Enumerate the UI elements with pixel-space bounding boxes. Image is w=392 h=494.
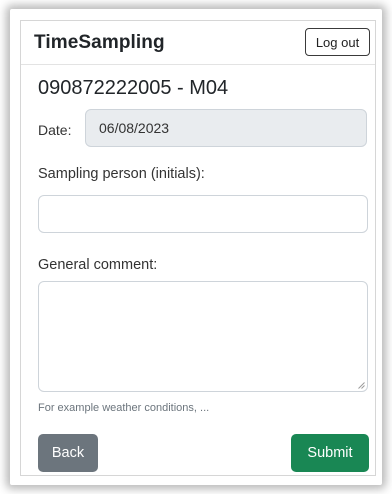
date-label: Date: — [38, 122, 72, 138]
date-field: 06/08/2023 — [85, 109, 367, 147]
general-comment-help-text: For example weather conditions, ... — [38, 402, 210, 414]
general-comment-textarea[interactable] — [38, 281, 368, 392]
sampling-person-input[interactable] — [38, 195, 368, 233]
general-comment-label: General comment: — [38, 257, 158, 273]
logout-button[interactable]: Log out — [305, 28, 370, 56]
submit-button[interactable]: Submit — [291, 434, 369, 472]
app-window: TimeSampling Log out 090872222005 - M04 … — [20, 20, 376, 476]
page-title: 090872222005 - M04 — [38, 77, 229, 99]
date-value: 06/08/2023 — [99, 120, 170, 136]
brand-title: TimeSampling — [34, 32, 165, 53]
sampling-person-label: Sampling person (initials): — [38, 166, 205, 182]
navbar: TimeSampling Log out — [21, 21, 375, 65]
resize-grip-icon[interactable] — [358, 382, 365, 389]
back-button[interactable]: Back — [38, 434, 98, 472]
